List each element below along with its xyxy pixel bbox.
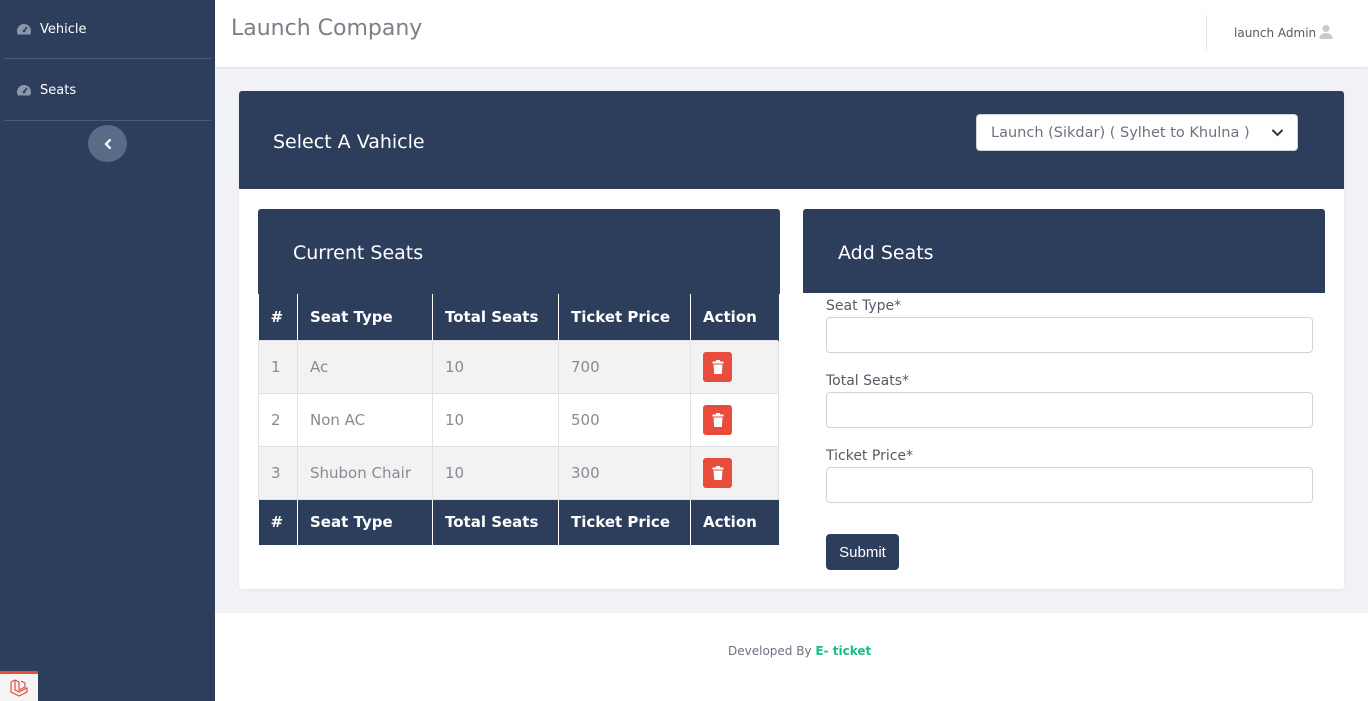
trash-icon — [712, 412, 723, 427]
top-header: Launch Company launch Admin — [215, 0, 1368, 67]
footer-prefix: Developed By — [728, 644, 812, 658]
vehicle-select[interactable]: Launch (Sikdar) ( Sylhet to Khulna ) — [976, 114, 1298, 151]
column-header: Total Seats — [432, 294, 559, 340]
column-footer: Seat Type — [297, 499, 433, 545]
trash-icon — [712, 359, 723, 374]
sidebar-item-vehicle[interactable]: Vehicle — [4, 0, 211, 59]
laravel-icon — [10, 678, 28, 697]
add-seats-card-header: Add Seats — [803, 209, 1325, 293]
table-row: 1 Ac 10 700 — [258, 339, 779, 394]
footer: Developed By E- ticket — [215, 613, 1368, 701]
cell-seat-type: Shubon Chair — [297, 445, 433, 500]
sidebar-item-label: Vehicle — [40, 21, 87, 37]
dashboard-gauge-icon — [17, 85, 31, 96]
chevron-left-icon — [103, 138, 111, 149]
cell-action — [690, 339, 779, 394]
sidebar-item-seats[interactable]: Seats — [4, 60, 211, 121]
footer-credit: Developed By E- ticket — [728, 644, 871, 658]
column-footer: Total Seats — [432, 499, 559, 545]
column-header: Action — [690, 294, 779, 340]
dashboard-gauge-icon — [17, 24, 31, 35]
cell-seat-type: Non AC — [297, 392, 433, 447]
page-title: Select A Vahicle — [273, 131, 425, 153]
vehicle-panel-header: Select A Vahicle Launch (Sikdar) ( Sylhe… — [239, 91, 1344, 189]
cell-num: 1 — [258, 339, 298, 394]
column-header: Seat Type — [297, 294, 433, 340]
vehicle-select-value: Launch (Sikdar) ( Sylhet to Khulna ) — [991, 124, 1250, 141]
header-divider — [1206, 15, 1207, 51]
cell-total-seats: 10 — [432, 339, 559, 394]
user-name[interactable]: launch Admin — [1234, 26, 1316, 40]
cell-ticket-price: 300 — [558, 445, 691, 500]
table-row: 3 Shubon Chair 10 300 — [258, 445, 779, 500]
cell-num: 3 — [258, 445, 298, 500]
trash-icon — [712, 465, 723, 480]
add-seats-title: Add Seats — [838, 242, 934, 264]
company-brand[interactable]: Launch Company — [231, 16, 422, 41]
total-seats-input[interactable] — [826, 392, 1313, 428]
table-row: 2 Non AC 10 500 — [258, 392, 779, 447]
cell-num: 2 — [258, 392, 298, 447]
cell-ticket-price: 500 — [558, 392, 691, 447]
column-header: # — [258, 294, 298, 340]
cell-total-seats: 10 — [432, 445, 559, 500]
table-header-row: # Seat Type Total Seats Ticket Price Act… — [258, 294, 779, 340]
submit-button[interactable]: Submit — [826, 534, 899, 570]
delete-button[interactable] — [703, 351, 732, 382]
seat-type-input[interactable] — [826, 317, 1313, 353]
column-footer: Action — [690, 499, 779, 545]
cell-action — [690, 392, 779, 447]
column-footer: # — [258, 499, 298, 545]
sidebar-item-label: Seats — [40, 82, 77, 98]
cell-seat-type: Ac — [297, 339, 433, 394]
cell-total-seats: 10 — [432, 392, 559, 447]
seat-type-label: Seat Type* — [826, 298, 902, 314]
current-seats-card-header: Current Seats — [258, 209, 780, 294]
sidebar-collapse-button[interactable] — [88, 125, 127, 162]
ticket-price-input[interactable] — [826, 467, 1313, 503]
user-icon[interactable] — [1319, 24, 1333, 40]
seats-table: # Seat Type Total Seats Ticket Price Act… — [258, 294, 779, 545]
delete-button[interactable] — [703, 404, 732, 435]
table-footer-row: # Seat Type Total Seats Ticket Price Act… — [258, 499, 779, 545]
column-header: Ticket Price — [558, 294, 691, 340]
footer-brand-link[interactable]: E- ticket — [815, 644, 871, 658]
chevron-down-icon — [1272, 129, 1283, 136]
sidebar: Vehicle Seats — [0, 0, 215, 701]
cell-ticket-price: 700 — [558, 339, 691, 394]
column-footer: Ticket Price — [558, 499, 691, 545]
laravel-logo-badge[interactable] — [0, 671, 38, 701]
ticket-price-label: Ticket Price* — [826, 448, 914, 464]
delete-button[interactable] — [703, 457, 732, 488]
current-seats-title: Current Seats — [293, 242, 424, 264]
cell-action — [690, 445, 779, 500]
total-seats-label: Total Seats* — [826, 373, 910, 389]
